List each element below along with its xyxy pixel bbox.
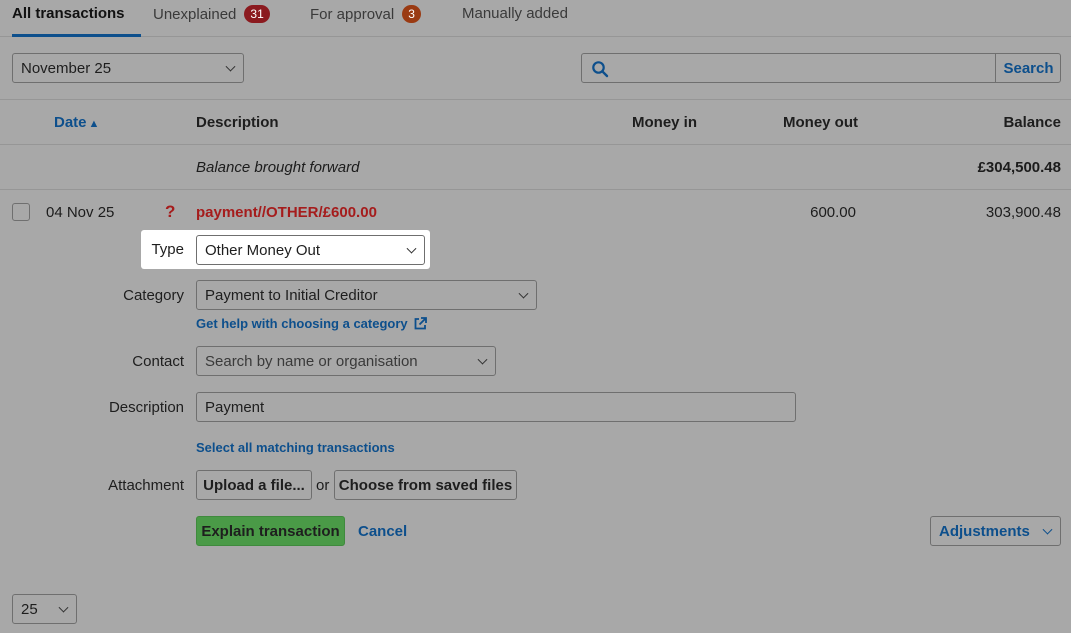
period-select[interactable]: November 25	[12, 53, 244, 83]
select-matching-link[interactable]: Select all matching transactions	[196, 440, 395, 455]
tab-all-transactions[interactable]: All transactions	[12, 5, 141, 37]
transaction-tabs: All transactions Unexplained 31 For appro…	[0, 0, 1071, 37]
divider	[0, 144, 1071, 145]
tab-label: All transactions	[12, 5, 125, 22]
chevron-down-icon	[58, 602, 69, 613]
description-column-header: Description	[196, 114, 279, 131]
tab-manually-added[interactable]: Manually added	[462, 5, 568, 37]
unexplained-count-badge: 31	[244, 5, 270, 23]
search-input[interactable]	[614, 56, 992, 80]
category-help-text: Get help with choosing a category	[196, 316, 408, 331]
date-header-label: Date	[54, 114, 87, 131]
description-value: Payment	[205, 398, 265, 416]
tab-unexplained[interactable]: Unexplained 31	[153, 5, 270, 37]
chevron-down-icon	[1042, 524, 1053, 535]
category-label: Category	[123, 287, 184, 304]
category-select[interactable]: Payment to Initial Creditor	[196, 280, 537, 310]
balance-brought-forward-amount: £304,500.48	[977, 159, 1061, 176]
category-value: Payment to Initial Creditor	[205, 286, 378, 304]
attachment-or-text: or	[316, 477, 330, 494]
chevron-down-icon	[477, 354, 488, 365]
per-page-select[interactable]: 25	[12, 594, 77, 624]
balance-brought-forward-label: Balance brought forward	[196, 159, 360, 176]
explain-transaction-button[interactable]: Explain transaction	[196, 516, 345, 546]
tab-for-approval[interactable]: For approval 3	[310, 5, 421, 37]
upload-file-button[interactable]: Upload a file...	[196, 470, 312, 500]
approval-count-badge: 3	[402, 5, 421, 23]
date-column-header[interactable]: Date ▲	[54, 114, 99, 131]
description-label: Description	[108, 399, 184, 416]
attachment-label: Attachment	[108, 477, 184, 494]
per-page-value: 25	[21, 600, 38, 618]
search-icon	[592, 61, 609, 78]
external-link-icon	[414, 317, 428, 330]
transaction-balance: 303,900.48	[985, 204, 1061, 221]
chevron-down-icon	[406, 243, 417, 254]
tab-label: Unexplained	[153, 6, 237, 23]
type-select[interactable]: Other Money Out	[196, 235, 425, 265]
divider	[0, 189, 1071, 190]
money-in-column-header: Money in	[632, 114, 698, 131]
sort-ascending-icon: ▲	[88, 118, 100, 130]
chevron-down-icon	[518, 288, 529, 299]
choose-saved-files-button[interactable]: Choose from saved files	[334, 470, 517, 500]
unexplained-status-icon: ?	[165, 202, 176, 221]
transaction-money-out: 600.00	[810, 204, 856, 221]
adjustments-dropdown[interactable]: Adjustments	[930, 516, 1061, 546]
chevron-down-icon	[225, 61, 236, 72]
balance-column-header: Balance	[1003, 114, 1061, 131]
contact-placeholder: Search by name or organisation	[205, 352, 418, 370]
money-out-column-header: Money out	[783, 114, 858, 131]
contact-select[interactable]: Search by name or organisation	[196, 346, 496, 376]
description-input[interactable]: Payment	[196, 392, 796, 422]
transaction-description[interactable]: payment//OTHER/£600.00	[196, 204, 377, 221]
cancel-link[interactable]: Cancel	[358, 523, 407, 540]
divider	[0, 99, 1071, 100]
search-button[interactable]: Search	[995, 54, 1061, 82]
tab-label: For approval	[310, 6, 395, 23]
tab-label: Manually added	[462, 5, 568, 22]
search-bar: Search	[581, 53, 1061, 83]
row-checkbox[interactable]	[12, 203, 30, 221]
contact-label: Contact	[132, 353, 184, 370]
type-value: Other Money Out	[205, 241, 321, 259]
period-value: November 25	[21, 59, 112, 77]
adjustments-label: Adjustments	[939, 522, 1030, 540]
transaction-date: 04 Nov 25	[46, 204, 115, 221]
category-help-link[interactable]: Get help with choosing a category	[196, 316, 428, 331]
type-label: Type	[151, 241, 184, 258]
